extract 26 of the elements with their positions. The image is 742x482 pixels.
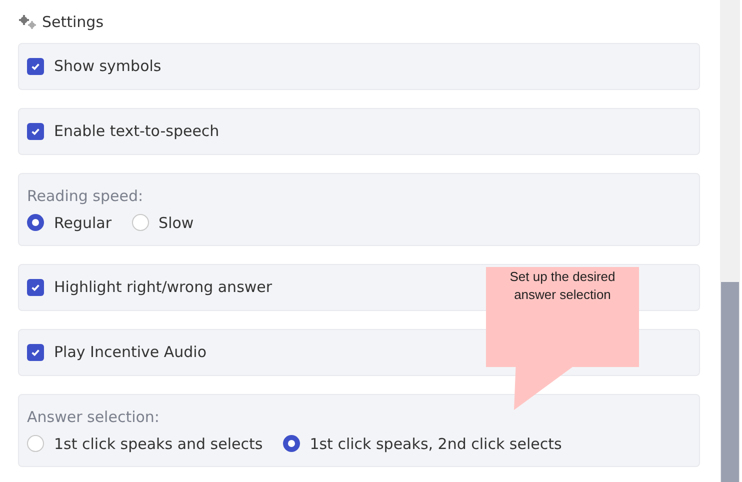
callout-text: Set up the desired answer selection [508,268,616,304]
option-label: 1st click speaks and selects [54,434,263,454]
checkbox[interactable] [27,58,44,75]
checkbox[interactable] [27,123,44,140]
radio-button[interactable] [27,214,44,232]
radio-button[interactable] [132,214,149,232]
check-icon [30,347,41,358]
setting-label: Highlight right/wrong answer [54,277,272,298]
checkbox[interactable] [27,279,44,296]
radio-button[interactable] [27,435,44,452]
setting-label: Play Incentive Audio [54,342,207,364]
check-icon [30,61,41,72]
radio-button[interactable] [282,435,300,452]
settings-icon [18,14,38,30]
setting-label: Enable text-to-speech [54,121,220,142]
check-icon [30,282,41,293]
group-label: Reading speed: [27,186,144,207]
group-label: Answer selection: [27,407,160,428]
option-label: Slow [158,212,194,234]
option-label: Regular [54,212,112,234]
setting-label: Show symbols [54,56,162,78]
scrollbar[interactable] [720,0,740,482]
checkbox[interactable] [27,344,44,361]
page-title: Settings [42,12,104,33]
option-label: 1st click speaks, 2nd click selects [310,434,562,454]
check-icon [30,126,41,137]
